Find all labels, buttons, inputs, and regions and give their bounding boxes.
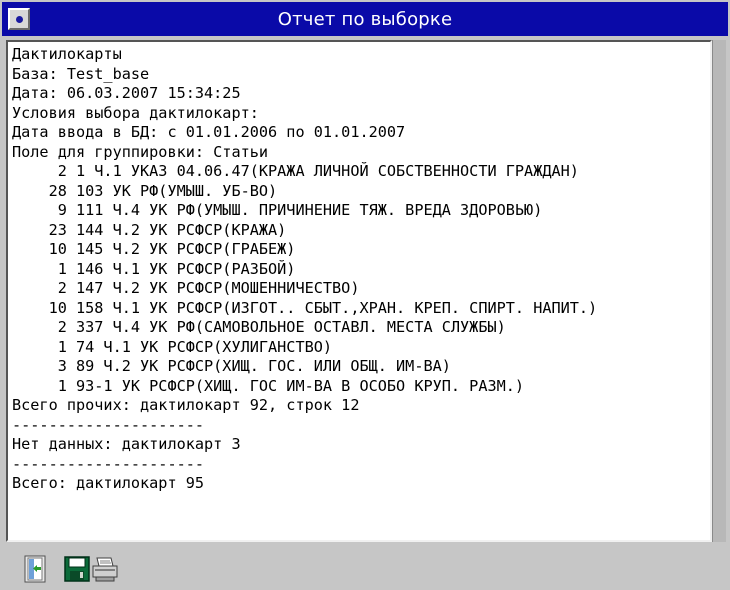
report-line: 1 74 Ч.1 УК РСФСР(ХУЛИГАНСТВО) <box>12 337 333 356</box>
report-line: 1 93-1 УК РСФСР(ХИЩ. ГОС ИМ-ВА В ОСОБО К… <box>12 376 525 395</box>
report-line: --------------------- <box>12 454 205 473</box>
print-button[interactable] <box>90 554 120 584</box>
title-bar: Отчет по выборке <box>2 2 728 36</box>
report-line: Дата: 06.03.2007 15:34:25 <box>12 84 241 102</box>
report-line: 2 147 Ч.2 УК РСФСР(МОШЕННИЧЕСТВО) <box>12 279 360 297</box>
report-line: Всего прочих: дактилокарт 92, строк 12 <box>12 396 360 414</box>
exit-button[interactable] <box>20 554 50 584</box>
report-line: Всего: дактилокарт 95 <box>12 474 205 492</box>
report-line: Поле для группировки: Статьи <box>12 142 269 161</box>
bottom-toolbar <box>0 546 730 590</box>
report-line: 10 145 Ч.2 УК РСФСР(ГРАБЕЖ) <box>12 240 296 258</box>
report-line: Дата ввода в БД: с 01.01.2006 по 01.01.2… <box>12 123 406 141</box>
report-line: 2 337 Ч.4 УК РФ(САМОВОЛЬНОЕ ОСТАВЛ. МЕСТ… <box>12 318 506 336</box>
save-floppy-icon <box>64 556 90 582</box>
vertical-scrollbar[interactable] <box>712 40 726 542</box>
report-text-area[interactable]: Дактилокарты База: Test_base Дата: 06.03… <box>6 40 712 542</box>
save-button[interactable] <box>62 554 92 584</box>
report-line: База: Test_base <box>12 64 150 83</box>
report-line: 3 89 Ч.2 УК РСФСР(ХИЩ. ГОС. ИЛИ ОБЩ. ИМ-… <box>12 357 451 375</box>
report-line: --------------------- <box>12 415 205 434</box>
report-line: 28 103 УК РФ(УМЫШ. УБ-ВО) <box>12 181 278 200</box>
window-title: Отчет по выборке <box>277 8 453 30</box>
report-line: Дактилокарты <box>12 45 122 63</box>
report-line: 23 144 Ч.2 УК РСФСР(КРАЖА) <box>12 220 287 239</box>
report-line: 9 111 Ч.4 УК РФ(УМЫШ. ПРИЧИНЕНИЕ ТЯЖ. ВР… <box>12 201 543 219</box>
report-window: Отчет по выборке Дактилокарты База: Test… <box>0 0 730 590</box>
system-menu-button[interactable] <box>8 8 30 30</box>
report-line: Нет данных: дактилокарт 3 <box>12 435 241 453</box>
system-menu-icon <box>15 15 23 23</box>
printer-icon <box>92 557 118 582</box>
report-line: 2 1 Ч.1 УКАЗ 04.06.47(КРАЖА ЛИЧНОЙ СОБСТ… <box>12 162 579 180</box>
report-line: 10 158 Ч.1 УК РСФСР(ИЗГОТ.. СБЫТ.,ХРАН. … <box>12 298 598 317</box>
report-line: 1 146 Ч.1 УК РСФСР(РАЗБОЙ) <box>12 259 296 278</box>
exit-door-icon <box>24 555 46 583</box>
report-line: Условия выбора дактилокарт: <box>12 103 259 122</box>
